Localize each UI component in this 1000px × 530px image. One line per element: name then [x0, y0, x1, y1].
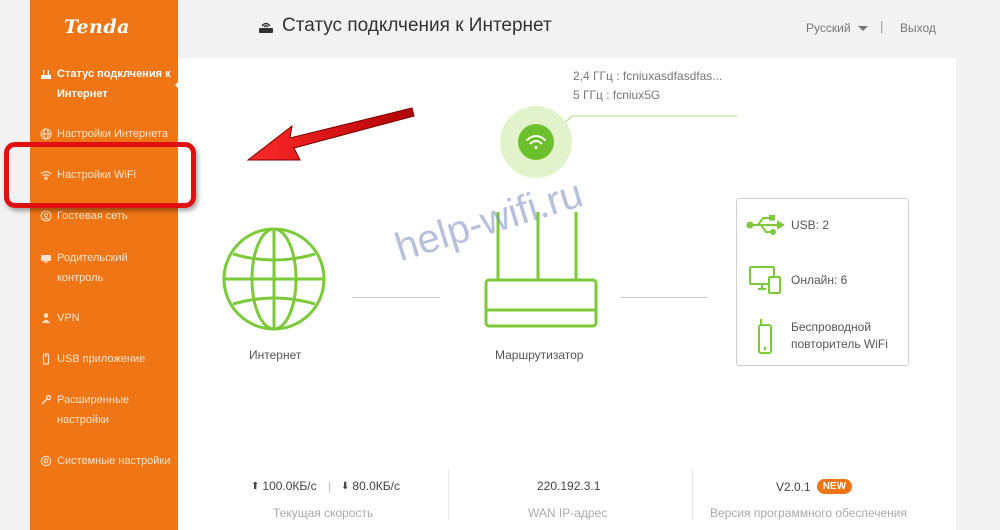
wan-ip-label: WAN IP-адрес [528, 506, 608, 520]
sidebar-item-label: Статус подклчения к Интернет [57, 68, 171, 100]
sidebar-item-label: Гостевая сеть [57, 210, 128, 222]
sidebar-item-label: Родительский контроль [57, 252, 128, 284]
firmware-label: Версия программного обеспечения [710, 506, 907, 520]
globe-icon [40, 128, 52, 140]
router-label: Маршрутизатор [495, 348, 584, 362]
guest-network-icon [40, 210, 52, 222]
wifi-icon [518, 124, 554, 160]
annotation-arrow-icon [246, 107, 415, 161]
router-icon [258, 18, 274, 34]
sidebar-item-guest-network[interactable]: Гостевая сеть [40, 206, 176, 226]
internet-label: Интернет [249, 348, 302, 362]
usb-icon [40, 353, 52, 365]
internet-globe-icon[interactable] [221, 226, 327, 332]
arrow-up-icon: ⬆ [251, 480, 260, 492]
sidebar-item-label: VPN [57, 312, 80, 324]
internet-router-line [352, 297, 440, 298]
wifi-status-button[interactable] [500, 106, 572, 178]
parental-control-icon [40, 252, 52, 264]
sidebar-item-label: Системные настройки [57, 455, 171, 467]
gear-icon [40, 455, 52, 467]
sidebar-item-label: Настройки Интернета [57, 128, 168, 140]
speed-separator: | [328, 479, 332, 493]
page-title: Статус подклчения к Интернет [258, 15, 552, 37]
sidebar: Tenda Статус подклчения к Интернет Настр… [30, 0, 182, 530]
annotation-highlight-box [4, 142, 196, 208]
language-label: Русский [806, 21, 851, 35]
chevron-down-icon [857, 25, 868, 31]
new-firmware-badge[interactable]: NEW [816, 479, 853, 494]
page-margin [956, 0, 1000, 530]
online-count: Онлайн: 6 [791, 272, 848, 287]
usb-count: USB: 2 [791, 217, 830, 232]
sidebar-item-vpn[interactable]: VPN [40, 308, 176, 328]
stat-divider [448, 470, 449, 520]
header-separator: | [880, 19, 884, 34]
usb-icon [745, 215, 785, 235]
vpn-icon [40, 312, 52, 324]
repeater-row[interactable]: Беспроводной повторитель WiFi [745, 317, 903, 355]
router-icon [40, 68, 52, 80]
download-speed: ⬇ 80.0КБ/с [341, 479, 400, 493]
ssid-5ghz: 5 ГГц : fcniux5G [573, 88, 661, 102]
usb-devices-row[interactable]: USB: 2 [745, 215, 829, 235]
sidebar-item-label: Расширенные настройки [57, 394, 129, 426]
sidebar-item-usb-apps[interactable]: USB приложение [40, 349, 176, 369]
header: Статус подклчения к Интернет Русский | В… [178, 0, 956, 58]
upload-speed: ⬆ 100.0КБ/с [251, 479, 317, 493]
language-select[interactable]: Русский [806, 21, 868, 35]
sidebar-item-system-settings[interactable]: Системные настройки [40, 451, 176, 471]
page-title-text: Статус подклчения к Интернет [282, 15, 552, 36]
devices-icon [745, 265, 785, 295]
sidebar-item-parental-control[interactable]: Родительский контроль [40, 248, 176, 288]
sidebar-item-advanced-settings[interactable]: Расширенные настройки [40, 390, 176, 430]
online-devices-row[interactable]: Онлайн: 6 [745, 265, 847, 295]
logout-link[interactable]: Выход [900, 21, 936, 35]
repeater-icon [745, 317, 785, 355]
router-devices-line [620, 297, 708, 298]
tenda-logo: Tenda [64, 16, 130, 38]
stat-divider [692, 470, 693, 520]
sidebar-item-internet-settings[interactable]: Настройки Интернета [40, 124, 176, 144]
arrow-down-icon: ⬇ [341, 480, 350, 492]
sidebar-item-internet-status[interactable]: Статус подклчения к Интернет [40, 64, 182, 104]
ssid-2-4ghz: 2,4 ГГц : fcniuxasdfasdfas... [573, 69, 723, 83]
firmware-version: V2.0.1 NEW [776, 479, 853, 494]
devices-panel: USB: 2 Онлайн: 6 Беспроводной повторител… [736, 198, 909, 366]
wan-ip-value: 220.192.3.1 [537, 479, 601, 493]
repeater-label: Беспроводной повторитель WiFi [791, 320, 888, 351]
wrench-icon [40, 394, 52, 406]
sidebar-item-label: USB приложение [57, 353, 146, 365]
speed-label: Текущая скорость [273, 506, 374, 520]
